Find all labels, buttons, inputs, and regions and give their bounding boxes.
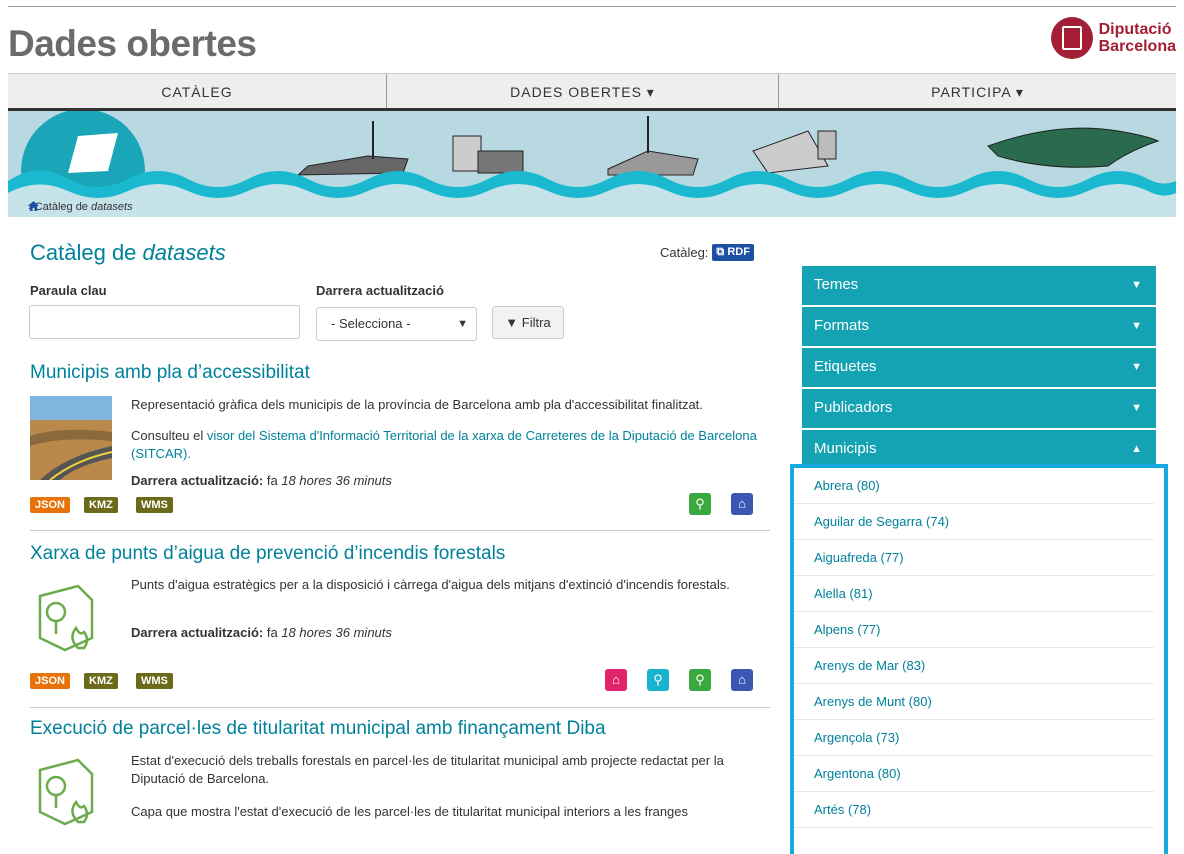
- dataset-description: Representació gràfica dels municipis de …: [131, 397, 703, 412]
- chevron-down-icon: ▼: [1131, 402, 1142, 414]
- sea-illustration: [8, 111, 1176, 217]
- dataset-title[interactable]: Xarxa de punts d’aigua de prevenció d’in…: [30, 543, 505, 565]
- tree-icon[interactable]: ⚲: [689, 493, 711, 515]
- format-json-badge[interactable]: JSON: [30, 497, 70, 513]
- format-kmz-badge[interactable]: KMZ: [84, 497, 118, 513]
- dataset-link-paragraph: Consulteu el visor del Sistema d'Informa…: [131, 428, 757, 461]
- chevron-down-icon: ▼: [1131, 279, 1142, 291]
- diputacio-emblem-icon: [1050, 17, 1093, 59]
- format-wms-badge[interactable]: WMS: [136, 497, 173, 513]
- municipi-item[interactable]: Aiguafreda (77): [794, 540, 1154, 576]
- sitcar-link[interactable]: visor del Sistema d'Informació Territori…: [131, 428, 757, 461]
- municipi-item[interactable]: Arenys de Munt (80): [794, 684, 1154, 720]
- facet-etiquetes[interactable]: Etiquetes ▼: [802, 348, 1156, 389]
- municipi-item[interactable]: Abrera (80): [794, 468, 1154, 504]
- update-select[interactable]: - Selecciona - ▼: [316, 307, 477, 341]
- municipis-list[interactable]: Abrera (80) Aguilar de Segarra (74) Aigu…: [790, 464, 1168, 854]
- update-label: Darrera actualització: [316, 283, 444, 298]
- site-header: Dades obertes Diputació Barcelona: [8, 7, 1176, 73]
- forest-fire-icon[interactable]: [30, 752, 112, 836]
- catalog-rdf: Catàleg: ⧉ RDF: [660, 244, 754, 261]
- dataset-title[interactable]: Execució de parcel·les de titularitat mu…: [30, 718, 606, 740]
- format-json-badge[interactable]: JSON: [30, 673, 70, 689]
- facet-temes[interactable]: Temes ▼: [802, 266, 1156, 307]
- building-icon[interactable]: ⌂: [731, 493, 753, 515]
- dataset-thumbnail[interactable]: [30, 396, 113, 481]
- municipi-item[interactable]: Argençola (73): [794, 720, 1154, 756]
- funnel-icon: ▼: [505, 315, 519, 330]
- location-pin-icon[interactable]: ⚲: [647, 669, 669, 691]
- rdf-button[interactable]: ⧉ RDF: [712, 244, 754, 261]
- chevron-down-icon: ▼: [1131, 361, 1142, 373]
- municipi-item[interactable]: Aguilar de Segarra (74): [794, 504, 1154, 540]
- breadcrumb: › Catàleg de datasets: [28, 201, 133, 213]
- diputacio-logo[interactable]: Diputació Barcelona: [1050, 17, 1176, 59]
- keyword-input[interactable]: [29, 305, 300, 339]
- main-nav: CATÀLEG DADES OBERTES ▾ PARTICIPA ▾: [8, 73, 1176, 111]
- format-kmz-badge[interactable]: KMZ: [84, 673, 118, 689]
- dataset-title[interactable]: Municipis amb pla d’accessibilitat: [30, 362, 310, 384]
- format-wms-badge[interactable]: WMS: [136, 673, 173, 689]
- item-divider: [30, 530, 770, 531]
- nav-cataleg[interactable]: CATÀLEG: [8, 74, 387, 108]
- keyword-label: Paraula clau: [30, 283, 107, 298]
- site-title[interactable]: Dades obertes: [8, 23, 257, 65]
- dataset-description: Estat d'execució dels treballs forestals…: [131, 753, 724, 786]
- municipi-item[interactable]: Arenys de Mar (83): [794, 648, 1154, 684]
- chevron-up-icon: ▲: [1131, 443, 1142, 455]
- breadcrumb-em: datasets: [91, 201, 133, 213]
- dataset-description: Punts d'aigua estratègics per a la dispo…: [131, 577, 730, 592]
- chevron-down-icon: ▼: [457, 318, 468, 330]
- home-icon[interactable]: [28, 201, 39, 211]
- header-banner: › Catàleg de datasets: [8, 111, 1176, 217]
- logo-line1: Diputació: [1098, 21, 1172, 38]
- dataset-updated: Darrera actualització: fa 18 hores 36 mi…: [131, 473, 392, 488]
- nav-dades-obertes[interactable]: DADES OBERTES ▾: [387, 74, 779, 108]
- dataset-updated: Darrera actualització: fa 18 hores 36 mi…: [131, 625, 392, 640]
- filter-button[interactable]: ▼ Filtra: [492, 306, 564, 339]
- forest-fire-icon[interactable]: [30, 578, 112, 662]
- nav-participa[interactable]: PARTICIPA ▾: [779, 74, 1176, 108]
- municipi-item[interactable]: Artés (78): [794, 792, 1154, 828]
- catalog-label: Catàleg:: [660, 245, 709, 260]
- facet-publicadors[interactable]: Publicadors ▼: [802, 389, 1156, 430]
- municipi-item[interactable]: Alella (81): [794, 576, 1154, 612]
- page-title: Catàleg de datasets: [30, 240, 226, 265]
- item-divider: [30, 707, 770, 708]
- institution-icon[interactable]: ⌂: [605, 669, 627, 691]
- municipi-item[interactable]: Argentona (80): [794, 756, 1154, 792]
- tree-icon[interactable]: ⚲: [689, 669, 711, 691]
- logo-line2: Barcelona: [1098, 38, 1176, 55]
- chevron-down-icon: ▼: [1131, 320, 1142, 332]
- municipi-item[interactable]: Alpens (77): [794, 612, 1154, 648]
- facet-formats[interactable]: Formats ▼: [802, 307, 1156, 348]
- facet-panel: Temes ▼ Formats ▼ Etiquetes ▼ Publicadors ▼ …: [802, 266, 1156, 471]
- dataset-description-2: Capa que mostra l'estat d'execució de le…: [131, 804, 689, 819]
- building-icon[interactable]: ⌂: [731, 669, 753, 691]
